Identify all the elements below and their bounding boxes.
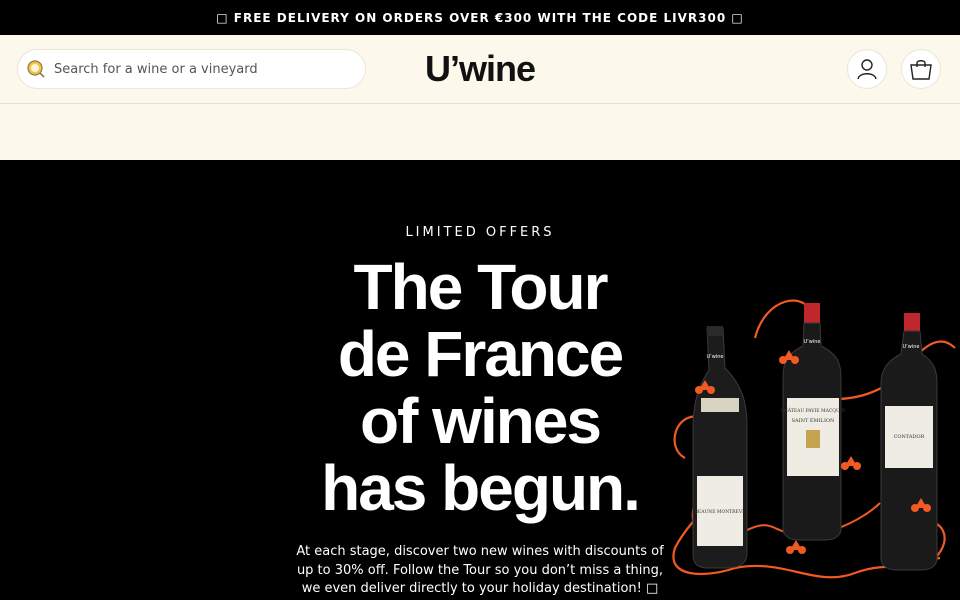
bottle-middle-sub: SAINT ÉMILION [792,416,835,424]
bottle-left-label: BEAUNE MONTREVE [695,509,746,515]
search-icon [27,60,45,78]
cyclist-icon [841,456,861,470]
bottle-middle: CHÂTEAU PAVIE MACQUIN SAINT ÉMILION U’wi… [780,303,846,541]
cyclist-icon [786,540,806,554]
hero-description: At each stage, discover two new wines wi… [295,543,665,599]
cart-button[interactable] [901,49,941,89]
site-header: U’wine [0,35,960,104]
headline-line: The Tour [353,251,609,323]
wine-bottles-illustration: BEAUNE MONTREVE U’wine CHÂTEAU PAVIE MAC… [672,299,956,579]
hero-eyebrow: LIMITED OFFERS [405,225,555,240]
bottle-left-brand: U’wine [707,354,724,360]
bottle-middle-brand: U’wine [804,339,821,345]
search-bar[interactable] [17,49,366,89]
promo-text: □ FREE DELIVERY ON ORDERS OVER €300 WITH… [216,10,744,25]
headline-line: de France [337,318,624,390]
site-logo[interactable]: U’wine [400,47,560,91]
bottle-left: BEAUNE MONTREVE U’wine [692,326,748,569]
subheader-strip [0,104,960,160]
headline-line: has begun. [321,452,641,524]
bag-icon [910,60,932,80]
user-icon [857,59,877,80]
hero-section: LIMITED OFFERS The Tour de France of win… [0,160,960,600]
description-line: At each stage, discover two new wines wi… [296,544,664,559]
bottle-right-label: CONTADOR [894,434,925,440]
headline-line: of wines [359,385,602,457]
promo-banner: □ FREE DELIVERY ON ORDERS OVER €300 WITH… [0,0,960,35]
search-input[interactable] [54,61,344,77]
hero-headline: The Tour de France of wines has begun. [230,254,730,522]
description-line: up to 30% off. Follow the Tour so you do… [296,562,664,578]
bottle-right: CONTADOR U’wine [880,313,938,571]
bottle-middle-label: CHÂTEAU PAVIE MACQUIN [780,407,845,414]
account-button[interactable] [847,49,887,89]
bottle-right-brand: U’wine [903,344,920,350]
description-line: we even deliver directly to your holiday… [301,581,659,596]
